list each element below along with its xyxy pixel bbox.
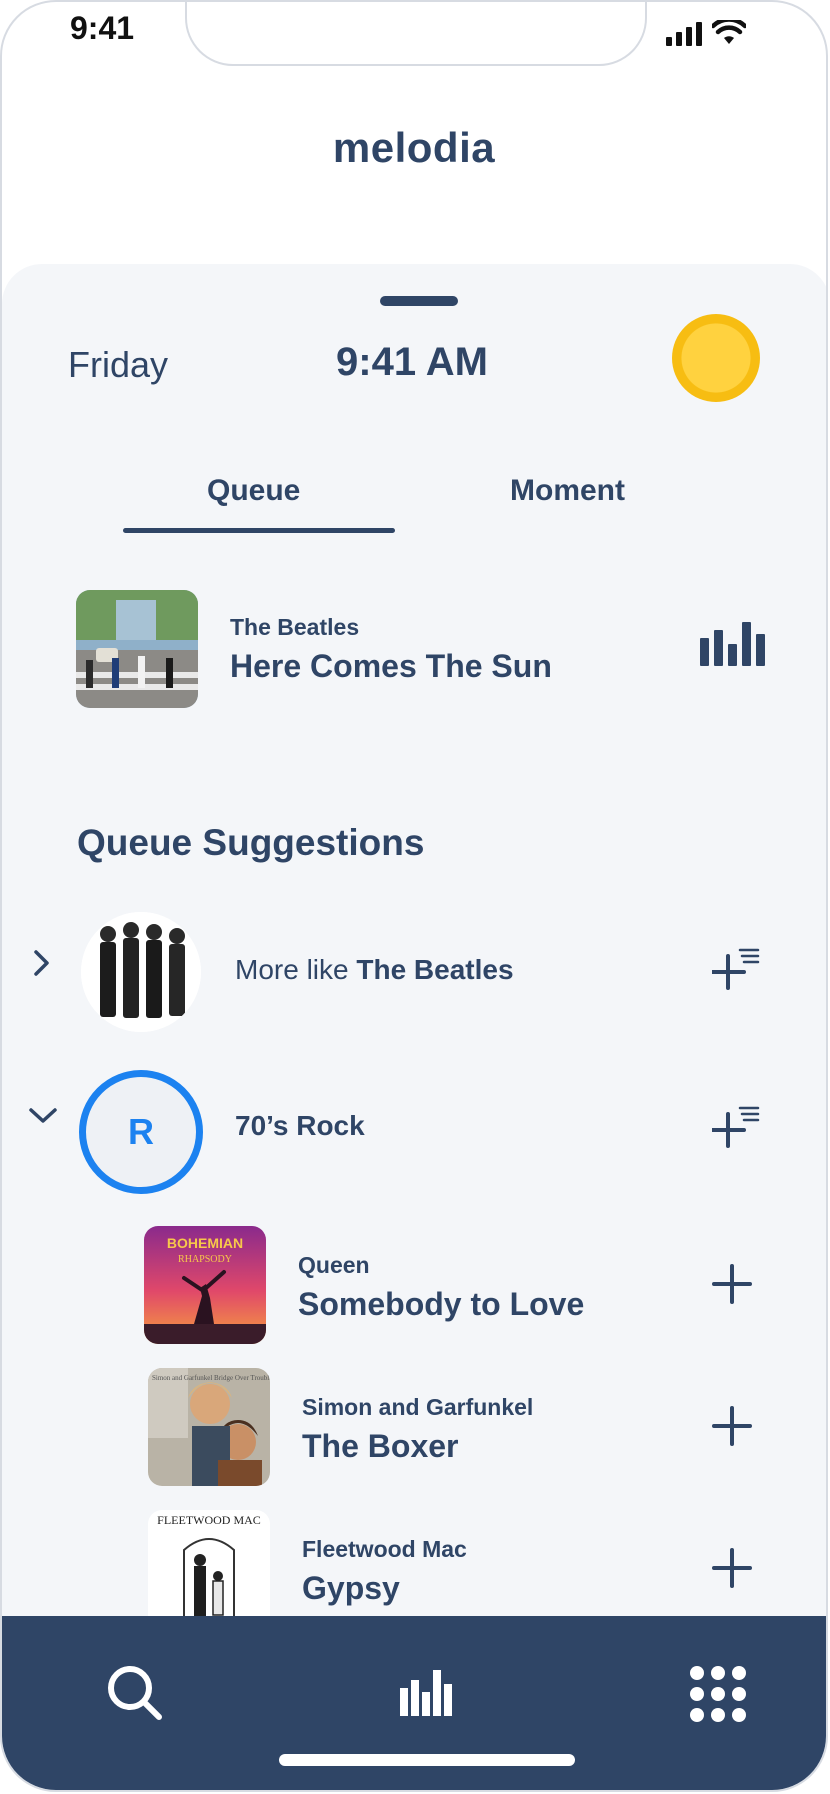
genre-avatar-letter: R — [128, 1111, 154, 1152]
track-artist: Queen — [298, 1252, 370, 1278]
tab-queue[interactable]: Queue — [207, 474, 300, 508]
queue-suggestions-title: Queue Suggestions — [77, 822, 425, 863]
equalizer-icon — [400, 1670, 452, 1716]
track-artist: Simon and Garfunkel — [302, 1394, 534, 1420]
content-sheet: Friday 9:41 AM Queue Moment The Beatles — [2, 264, 826, 1790]
track-album-art[interactable]: Simon and Garfunkel Bridge Over Troubled… — [148, 1368, 270, 1486]
track-album-art[interactable]: FLEETWOOD MAC — [148, 1510, 270, 1628]
search-icon — [108, 1666, 162, 1720]
album-art-text: BOHEMIAN — [167, 1235, 243, 1251]
album-art-text: FLEETWOOD MAC — [157, 1513, 261, 1527]
equalizer-icon[interactable] — [700, 622, 765, 666]
day-label: Friday — [68, 344, 169, 385]
now-playing-album-art[interactable] — [76, 590, 198, 708]
wifi-icon — [712, 20, 746, 44]
track-title: The Boxer — [302, 1428, 459, 1464]
signal-icon — [666, 22, 702, 46]
add-icon[interactable] — [712, 1406, 752, 1446]
genre-avatar[interactable]: R — [79, 1070, 203, 1194]
album-art-subtext: RHAPSODY — [178, 1254, 232, 1265]
nav-now-playing-button[interactable] — [400, 1670, 454, 1721]
add-to-queue-icon[interactable] — [712, 946, 760, 994]
notch — [185, 2, 647, 66]
chevron-right-icon[interactable] — [32, 948, 52, 987]
drag-handle[interactable] — [380, 296, 458, 306]
nav-menu-button[interactable] — [690, 1666, 746, 1722]
now-playing-artist: The Beatles — [230, 614, 360, 640]
add-to-queue-icon[interactable] — [712, 1104, 760, 1152]
track-artist: Fleetwood Mac — [302, 1536, 467, 1562]
track-title: Gypsy — [302, 1570, 400, 1606]
abbey-road-cover — [76, 590, 198, 708]
tab-moment[interactable]: Moment — [510, 474, 625, 508]
sun-icon — [672, 314, 760, 402]
status-icons — [666, 20, 746, 46]
apps-grid-icon — [690, 1666, 746, 1722]
add-icon[interactable] — [712, 1548, 752, 1588]
suggestion-beatles-label: More like The Beatles — [235, 954, 514, 986]
app-title: melodia — [332, 124, 496, 171]
suggestion-prefix: More like — [235, 954, 357, 985]
chevron-down-icon[interactable] — [28, 1096, 58, 1135]
active-tab-indicator — [123, 528, 395, 533]
suggestion-artist-name: The Beatles — [356, 954, 514, 985]
now-playing-title: Here Comes The Sun — [230, 648, 552, 684]
add-icon[interactable] — [712, 1264, 752, 1304]
beatles-avatar[interactable] — [81, 912, 201, 1032]
phone-frame: 9:41 melodia Friday 9:41 AM Queue Moment — [0, 0, 828, 1792]
nav-search-button[interactable] — [106, 1664, 164, 1727]
track-title: Somebody to Love — [298, 1286, 585, 1322]
track-album-art[interactable]: BOHEMIAN RHAPSODY — [144, 1226, 266, 1344]
home-indicator[interactable] — [279, 1754, 575, 1766]
album-art-text: Simon and Garfunkel Bridge Over Troubled… — [152, 1374, 270, 1382]
suggestion-rock-label: 70’s Rock — [235, 1110, 365, 1141]
clock-label: 9:41 AM — [336, 340, 488, 384]
status-time: 9:41 — [70, 10, 135, 46]
